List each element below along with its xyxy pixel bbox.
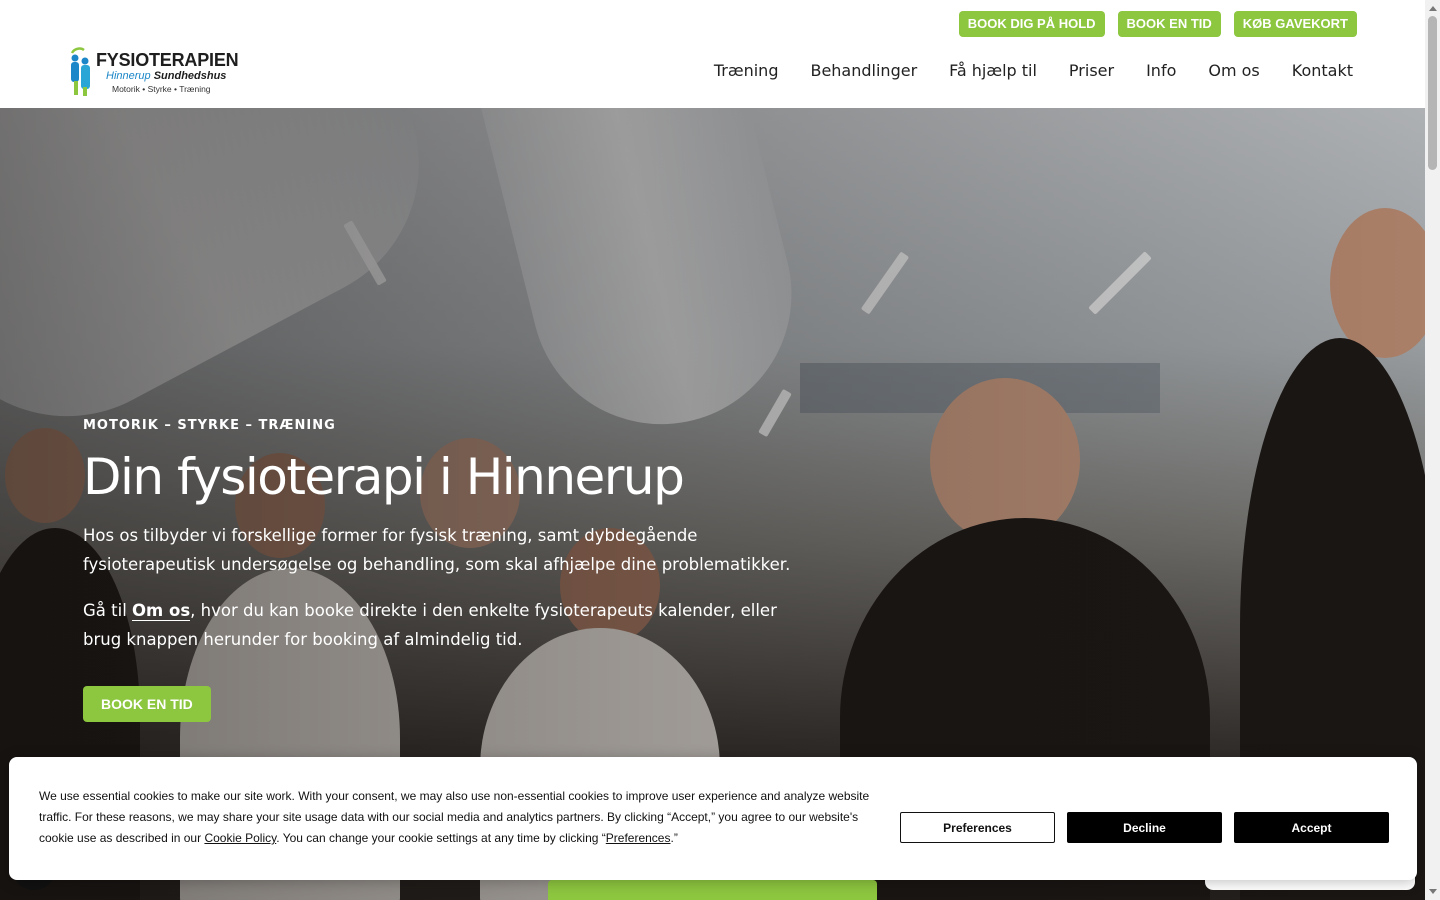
logo-subtitle: Hinnerup Sundhedshus xyxy=(106,70,227,82)
scrollbar-thumb[interactable] xyxy=(1428,16,1437,170)
hero-eyebrow: MOTORIK – STYRKE – TRÆNING xyxy=(83,418,336,433)
cookie-buttons: Preferences Decline Accept xyxy=(900,812,1389,843)
buy-giftcard-button[interactable]: KØB GAVEKORT xyxy=(1233,11,1357,37)
page-scrollbar[interactable] xyxy=(1425,0,1440,900)
hero-content: MOTORIK – STYRKE – TRÆNING Din fysiotera… xyxy=(83,418,803,722)
about-us-link[interactable]: Om os xyxy=(132,601,191,621)
top-button-bar: BOOK DIG PÅ HOLD BOOK EN TID KØB GAVEKOR… xyxy=(958,11,1357,37)
site-logo[interactable]: FYSIOTERAPIEN Hinnerup Sundhedshus Motor… xyxy=(68,47,239,99)
book-class-button[interactable]: BOOK DIG PÅ HOLD xyxy=(958,11,1105,37)
site-header: BOOK DIG PÅ HOLD BOOK EN TID KØB GAVEKOR… xyxy=(0,0,1425,108)
scroll-down-arrow-icon[interactable] xyxy=(1429,889,1437,894)
logo-figures-icon xyxy=(70,47,90,96)
secondary-cta-button[interactable] xyxy=(548,880,877,900)
cookie-preferences-button[interactable]: Preferences xyxy=(900,812,1055,843)
nav-item-treatments[interactable]: Behandlinger xyxy=(810,61,917,80)
cookie-accept-button[interactable]: Accept xyxy=(1234,812,1389,843)
cookie-banner: We use essential cookies to make our sit… xyxy=(9,757,1417,880)
nav-item-contact[interactable]: Kontakt xyxy=(1292,61,1353,80)
logo-tagline: Motorik • Styrke • Træning xyxy=(112,84,211,94)
hero-paragraph-2: Gå til Om os, hvor du kan booke direkte … xyxy=(83,601,777,649)
hero-title: Din fysioterapi i Hinnerup xyxy=(83,448,685,506)
cookie-policy-link[interactable]: Cookie Policy xyxy=(204,831,276,845)
hero-book-button[interactable]: BOOK EN TID xyxy=(83,686,211,722)
nav-item-get-help[interactable]: Få hjælp til xyxy=(949,61,1037,80)
hero-paragraph-1: Hos os tilbyder vi forskellige former fo… xyxy=(83,526,791,574)
nav-item-about[interactable]: Om os xyxy=(1208,61,1259,80)
logo-title: FYSIOTERAPIEN xyxy=(96,50,239,70)
book-appointment-button[interactable]: BOOK EN TID xyxy=(1117,11,1221,37)
preferences-link[interactable]: Preferences xyxy=(606,831,671,845)
nav-item-training[interactable]: Træning xyxy=(714,61,779,80)
scroll-up-arrow-icon[interactable] xyxy=(1429,6,1437,11)
nav-item-info[interactable]: Info xyxy=(1146,61,1176,80)
nav-item-prices[interactable]: Priser xyxy=(1069,61,1114,80)
cookie-message: We use essential cookies to make our sit… xyxy=(39,789,870,845)
cookie-decline-button[interactable]: Decline xyxy=(1067,812,1222,843)
main-nav: Træning Behandlinger Få hjælp til Priser… xyxy=(714,61,1353,80)
